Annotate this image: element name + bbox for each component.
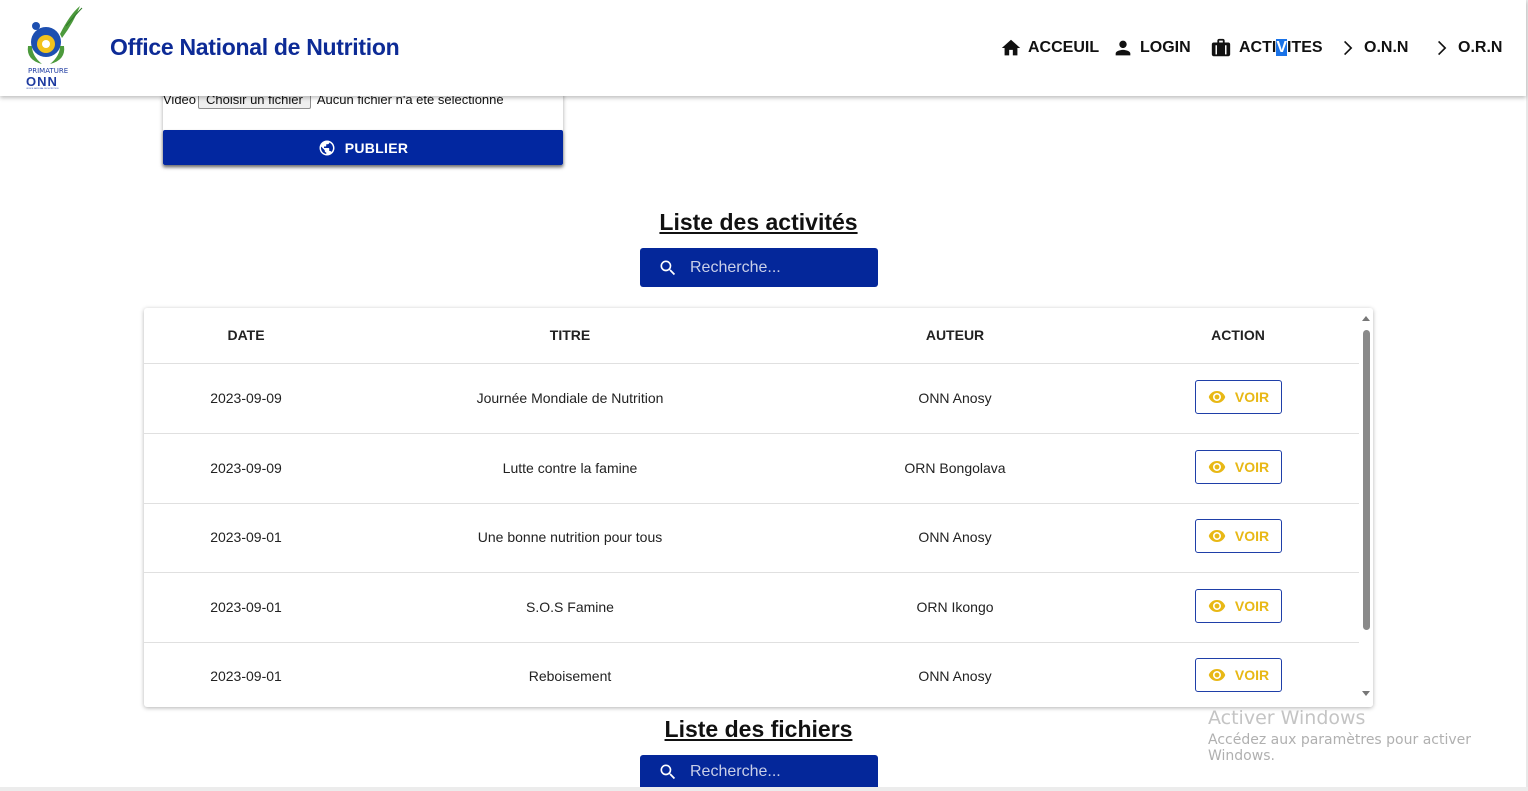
activities-search[interactable] [640, 248, 878, 287]
nav-orn[interactable]: O.R.N [1432, 36, 1502, 60]
eye-icon [1208, 530, 1226, 542]
logo-subtext: OFFICE NATIONAL DE NUTRITION [26, 88, 59, 90]
voir-button-label: VOIR [1234, 459, 1270, 475]
publish-button-label: PUBLIER [344, 139, 409, 156]
home-icon [1001, 39, 1021, 56]
briefcase-icon [1211, 38, 1231, 57]
table-row: 2023-09-01 Reboisement ONN Anosy VOIR [144, 642, 1359, 707]
files-search[interactable] [640, 755, 878, 789]
search-icon [660, 260, 676, 275]
eye-icon [1208, 461, 1226, 473]
voir-button[interactable]: VOIR [1195, 450, 1282, 484]
column-header-action[interactable]: ACTION [1211, 327, 1265, 343]
globe-icon [319, 140, 335, 155]
table-row: 2023-09-01 Une bonne nutrition pour tous… [144, 503, 1359, 573]
cell-titre: Une bonne nutrition pour tous [477, 529, 663, 545]
nav-orn-label: O.R.N [1458, 39, 1503, 56]
nav-accueil[interactable]: ACCEUIL [1000, 36, 1099, 60]
search-icon [660, 764, 676, 780]
table-row: 2023-09-09 Lutte contre la famine ORN Bo… [144, 434, 1359, 504]
cell-auteur: ORN Bongolava [904, 460, 1006, 476]
scroll-up-arrow-icon[interactable] [1362, 316, 1370, 321]
table-row: 2023-09-01 S.O.S Famine ORN Ikongo VOIR [144, 573, 1359, 643]
cell-date: 2023-09-09 [210, 460, 282, 476]
voir-button-label: VOIR [1234, 667, 1270, 683]
cell-date: 2023-09-01 [210, 529, 282, 545]
table-row: 2023-09-09 Journée Mondiale de Nutrition… [144, 364, 1359, 434]
files-search-input[interactable] [688, 762, 862, 782]
voir-button[interactable]: VOIR [1195, 380, 1282, 414]
cell-titre: Lutte contre la famine [502, 460, 638, 476]
cell-auteur: ORN Ikongo [916, 599, 994, 615]
eye-icon [1208, 600, 1226, 612]
nav-activites-label: ACTIVITES [1239, 39, 1323, 57]
publish-button[interactable]: PUBLIER [163, 130, 563, 165]
nav-activites-label-part-3: ITES [1287, 39, 1323, 56]
table-scrollbar[interactable] [1359, 308, 1373, 707]
activities-search-input[interactable] [688, 257, 862, 278]
voir-button[interactable]: VOIR [1195, 658, 1282, 692]
nav-onn-label: O.N.N [1364, 39, 1409, 56]
cell-date: 2023-09-01 [210, 599, 282, 615]
cell-titre: Journée Mondiale de Nutrition [476, 390, 664, 406]
eye-icon [1208, 669, 1226, 681]
nav-activites[interactable]: ACTIVITES [1209, 36, 1323, 60]
voir-button[interactable]: VOIR [1195, 519, 1282, 553]
cell-titre: Reboisement [528, 668, 612, 684]
logo-acronym-text: ONN [26, 74, 58, 89]
person-icon [1115, 40, 1131, 56]
activities-table: DATE TITRE AUTEUR ACTION 2023-09-09 Jour… [144, 308, 1373, 707]
nav-activites-label-part-1: ACTI [1239, 39, 1277, 56]
column-header-auteur[interactable]: AUTEUR [926, 327, 984, 343]
windows-activation-title: Activer Windows [1208, 707, 1366, 729]
cell-auteur: ONN Anosy [918, 668, 992, 684]
voir-button-label: VOIR [1234, 598, 1270, 614]
column-header-date[interactable]: DATE [227, 327, 264, 343]
nav-login-label: LOGIN [1140, 39, 1191, 56]
app-header: PRIMATURE ONN OFFICE NATIONAL DE NUTRITI… [0, 0, 1526, 96]
chevron-right-icon [1438, 40, 1447, 56]
horizontal-scrollbar-track [0, 787, 1528, 791]
voir-button-label: VOIR [1234, 389, 1270, 405]
column-header-titre[interactable]: TITRE [550, 327, 590, 343]
site-title[interactable]: Office National de Nutrition [110, 34, 400, 61]
cell-auteur: ONN Anosy [918, 529, 992, 545]
cell-date: 2023-09-01 [210, 668, 282, 684]
voir-button[interactable]: VOIR [1195, 589, 1282, 623]
eye-icon [1208, 391, 1226, 403]
voir-button-label: VOIR [1234, 528, 1270, 544]
table-header-row: DATE TITRE AUTEUR ACTION [144, 308, 1359, 364]
nav-onn[interactable]: O.N.N [1338, 36, 1408, 60]
cell-titre: S.O.S Famine [526, 599, 614, 615]
table-scrollbar-thumb[interactable] [1363, 330, 1370, 630]
cell-date: 2023-09-09 [210, 390, 282, 406]
onn-logo[interactable]: PRIMATURE ONN OFFICE NATIONAL DE NUTRITI… [22, 4, 84, 92]
nav-accueil-label: ACCEUIL [1028, 39, 1100, 56]
activities-section-title: Liste des activités [659, 209, 858, 235]
chevron-right-icon [1344, 40, 1353, 56]
text-selection-highlight: V [1276, 39, 1287, 56]
windows-activation-text: Accédez aux paramètres pour activer Wind… [1208, 732, 1472, 764]
cell-auteur: ONN Anosy [918, 390, 992, 406]
nav-login[interactable]: LOGIN [1112, 36, 1191, 60]
scroll-down-arrow-icon[interactable] [1362, 691, 1370, 696]
